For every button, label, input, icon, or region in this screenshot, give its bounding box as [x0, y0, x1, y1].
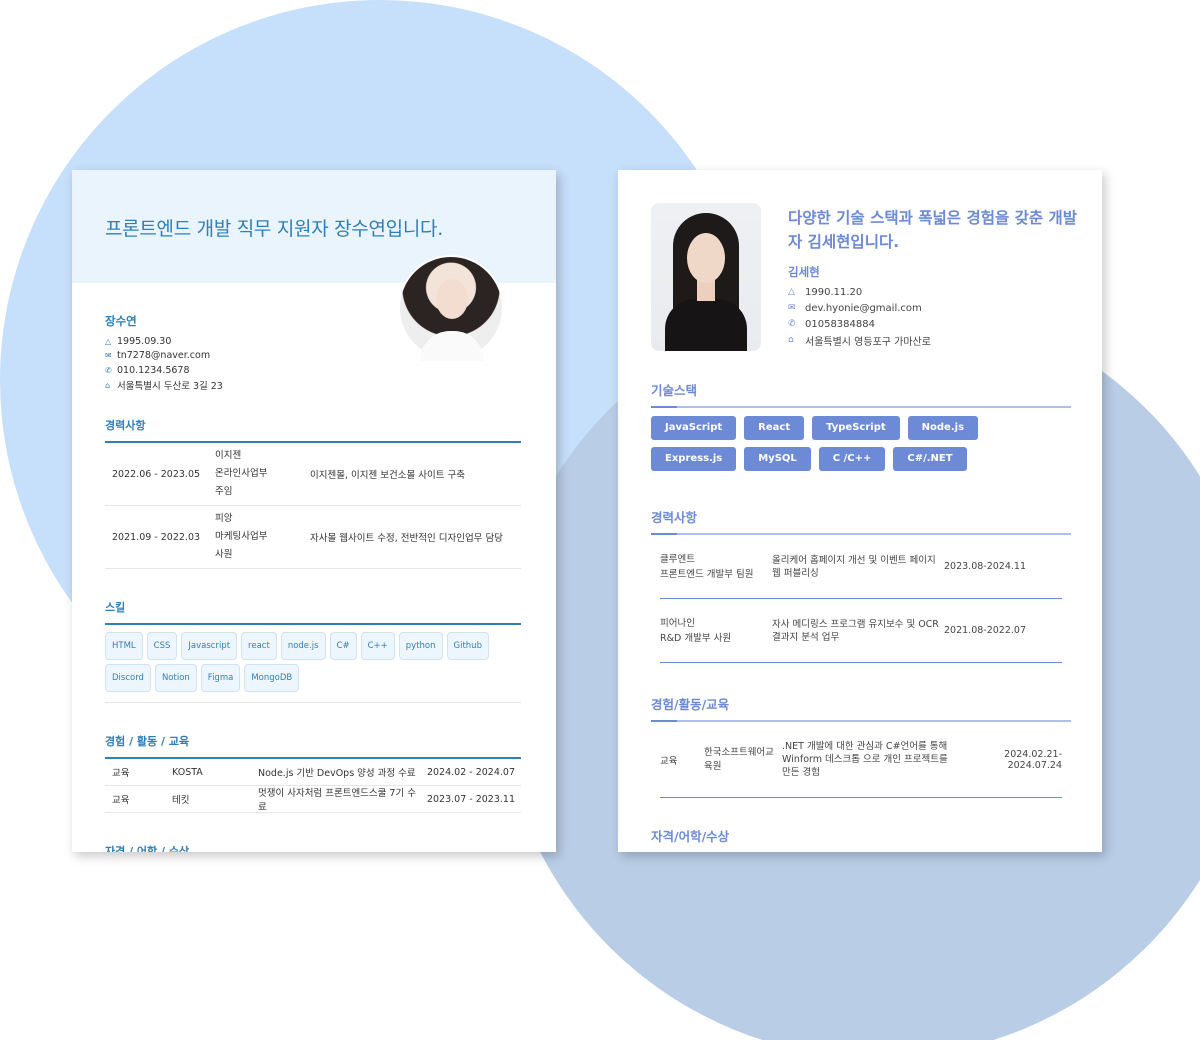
- resume1-career-title: 경력사항: [105, 417, 521, 443]
- phone-icon: ✆: [788, 319, 796, 329]
- resume2-profile: 김세현 △ 1990.11.20 ✉ dev.hyonie@gmail.com ✆ 0…: [788, 264, 931, 348]
- resume2-photo: [651, 203, 761, 351]
- skill-chip: Notion: [154, 664, 197, 692]
- resume2-exp-title: 경험/활동/교육: [651, 694, 1071, 722]
- mail-icon: ✉: [788, 303, 796, 313]
- resume2-stack-section: 기술스택 JavaScript React TypeScript Node.js…: [651, 380, 1071, 471]
- resume1-edu-title: 경험 / 활동 / 교육: [105, 733, 521, 759]
- resume1-headline: 프론트엔드 개발 직무 지원자 장수연입니다.: [105, 218, 443, 240]
- skill-chip: Figma: [200, 664, 241, 692]
- mail-icon: ✉: [105, 351, 112, 361]
- home-icon: ⌂: [105, 380, 111, 390]
- table-row: 교육 테킷 멋쟁이 사자처럼 프론트엔드스쿨 7기 수료 2023.07 - 2…: [105, 786, 521, 813]
- resume2-stack-title: 기술스택: [651, 380, 1071, 408]
- resume2-address: 서울특별시 영등포구 가마산로: [805, 336, 931, 348]
- resume1-profile: 장수연 △ 1995.09.30 ✉ tn7278@naver.com ✆ 010.1…: [105, 313, 223, 392]
- resume2-phone: 01058384884: [805, 318, 875, 330]
- skill-chip: CSS: [146, 632, 178, 660]
- stack-chip: C#/.NET: [893, 447, 967, 471]
- resume1-career-section: 경력사항 2022.06 - 2023.05 이지젠 온라인사업부 주임 이지젠…: [105, 417, 521, 569]
- resume1-next-title: 자격 / 어학 / 수상: [105, 845, 190, 852]
- resume1-skills-title: 스킬: [105, 599, 521, 625]
- stack-chip: JavaScript: [651, 416, 737, 440]
- stack-chip: Node.js: [907, 416, 979, 440]
- stack-chip: TypeScript: [812, 416, 900, 440]
- resume2-career-section: 경력사항 클루엔트 프론트엔드 개발부 팀원 올리케어 홈페이지 개선 및 이벤…: [651, 507, 1071, 663]
- resume2-stack-chips: JavaScript React TypeScript Node.js Expr…: [651, 408, 1071, 471]
- showcase-stage: 프론트엔드 개발 직무 지원자 장수연입니다. 장수연 △ 1995.09.30 …: [0, 0, 1200, 1040]
- table-row: 2022.06 - 2023.05 이지젠 온라인사업부 주임 이지젠몰, 이지…: [105, 443, 521, 506]
- skill-chip: MongoDB: [244, 664, 300, 692]
- resume2-career-title: 경력사항: [651, 507, 1071, 535]
- resume1-next-section: 자격 / 어학 / 수상: [105, 843, 521, 852]
- resume1-email[interactable]: tn7278@naver.com: [117, 350, 210, 361]
- skill-chip: python: [398, 632, 443, 660]
- cake-icon: △: [105, 336, 112, 346]
- skill-chip: C#: [329, 632, 357, 660]
- table-row: 2021.09 - 2022.03 피앙 마케팅사업부 사원 자사몰 웹사이트 …: [105, 506, 521, 569]
- resume1-name: 장수연: [105, 314, 137, 328]
- resume2-next-title: 자격/어학/수상: [651, 826, 1071, 852]
- phone-icon: ✆: [105, 365, 112, 375]
- resume1-phone: 010.1234.5678: [117, 364, 190, 376]
- stack-chip: MySQL: [744, 447, 811, 471]
- resume1-birth: 1995.09.30: [117, 335, 172, 347]
- resume1-skill-chips: HTML CSS Javascript react node.js C# C++…: [105, 625, 521, 703]
- resume2-exp-section: 경험/활동/교육 교육 한국소프트웨어교육원 .NET 개발에 대한 관심과 C…: [651, 694, 1071, 798]
- resume2-name: 김세현: [788, 265, 820, 279]
- resume1-skills-section: 스킬 HTML CSS Javascript react node.js C# …: [105, 599, 521, 703]
- resume2-email[interactable]: dev.hyonie@gmail.com: [805, 303, 922, 314]
- skill-chip: HTML: [105, 632, 143, 660]
- cake-icon: △: [788, 287, 795, 297]
- resume-card-2: 다양한 기술 스택과 폭넓은 경험을 갖춘 개발자 김세현입니다. 김세현 △ 1…: [618, 170, 1102, 852]
- resume-card-1: 프론트엔드 개발 직무 지원자 장수연입니다. 장수연 △ 1995.09.30 …: [72, 170, 556, 852]
- table-row: 교육 KOSTA Node.js 기반 DevOps 양성 과정 수료 2024…: [105, 759, 521, 786]
- skill-chip: react: [241, 632, 277, 660]
- resume2-headline: 다양한 기술 스택과 폭넓은 경험을 갖춘 개발자 김세현입니다.: [788, 209, 1078, 251]
- stack-chip: Express.js: [651, 447, 737, 471]
- resume1-edu-section: 경험 / 활동 / 교육 교육 KOSTA Node.js 기반 DevOps …: [105, 733, 521, 813]
- home-icon: ⌂: [788, 335, 794, 345]
- resume1-avatar: [398, 255, 504, 361]
- table-row: 피어나인 R&D 개발부 사원 자사 메디링스 프로그램 유지보수 및 OCR …: [660, 599, 1062, 663]
- stack-chip: C /C++: [818, 447, 886, 471]
- skill-chip: C++: [360, 632, 395, 660]
- table-row: 교육 한국소프트웨어교육원 .NET 개발에 대한 관심과 C#언어를 통해 W…: [660, 722, 1062, 798]
- resume2-birth: 1990.11.20: [805, 286, 863, 298]
- table-row: 클루엔트 프론트엔드 개발부 팀원 올리케어 홈페이지 개선 및 이벤트 페이지…: [660, 535, 1062, 599]
- skill-chip: Discord: [105, 664, 151, 692]
- skill-chip: Javascript: [181, 632, 238, 660]
- skill-chip: Github: [446, 632, 489, 660]
- stack-chip: React: [744, 416, 805, 440]
- resume1-address: 서울특별시 두산로 3길 23: [117, 381, 223, 393]
- resume2-next-section: 자격/어학/수상: [651, 826, 1071, 852]
- skill-chip: node.js: [280, 632, 326, 660]
